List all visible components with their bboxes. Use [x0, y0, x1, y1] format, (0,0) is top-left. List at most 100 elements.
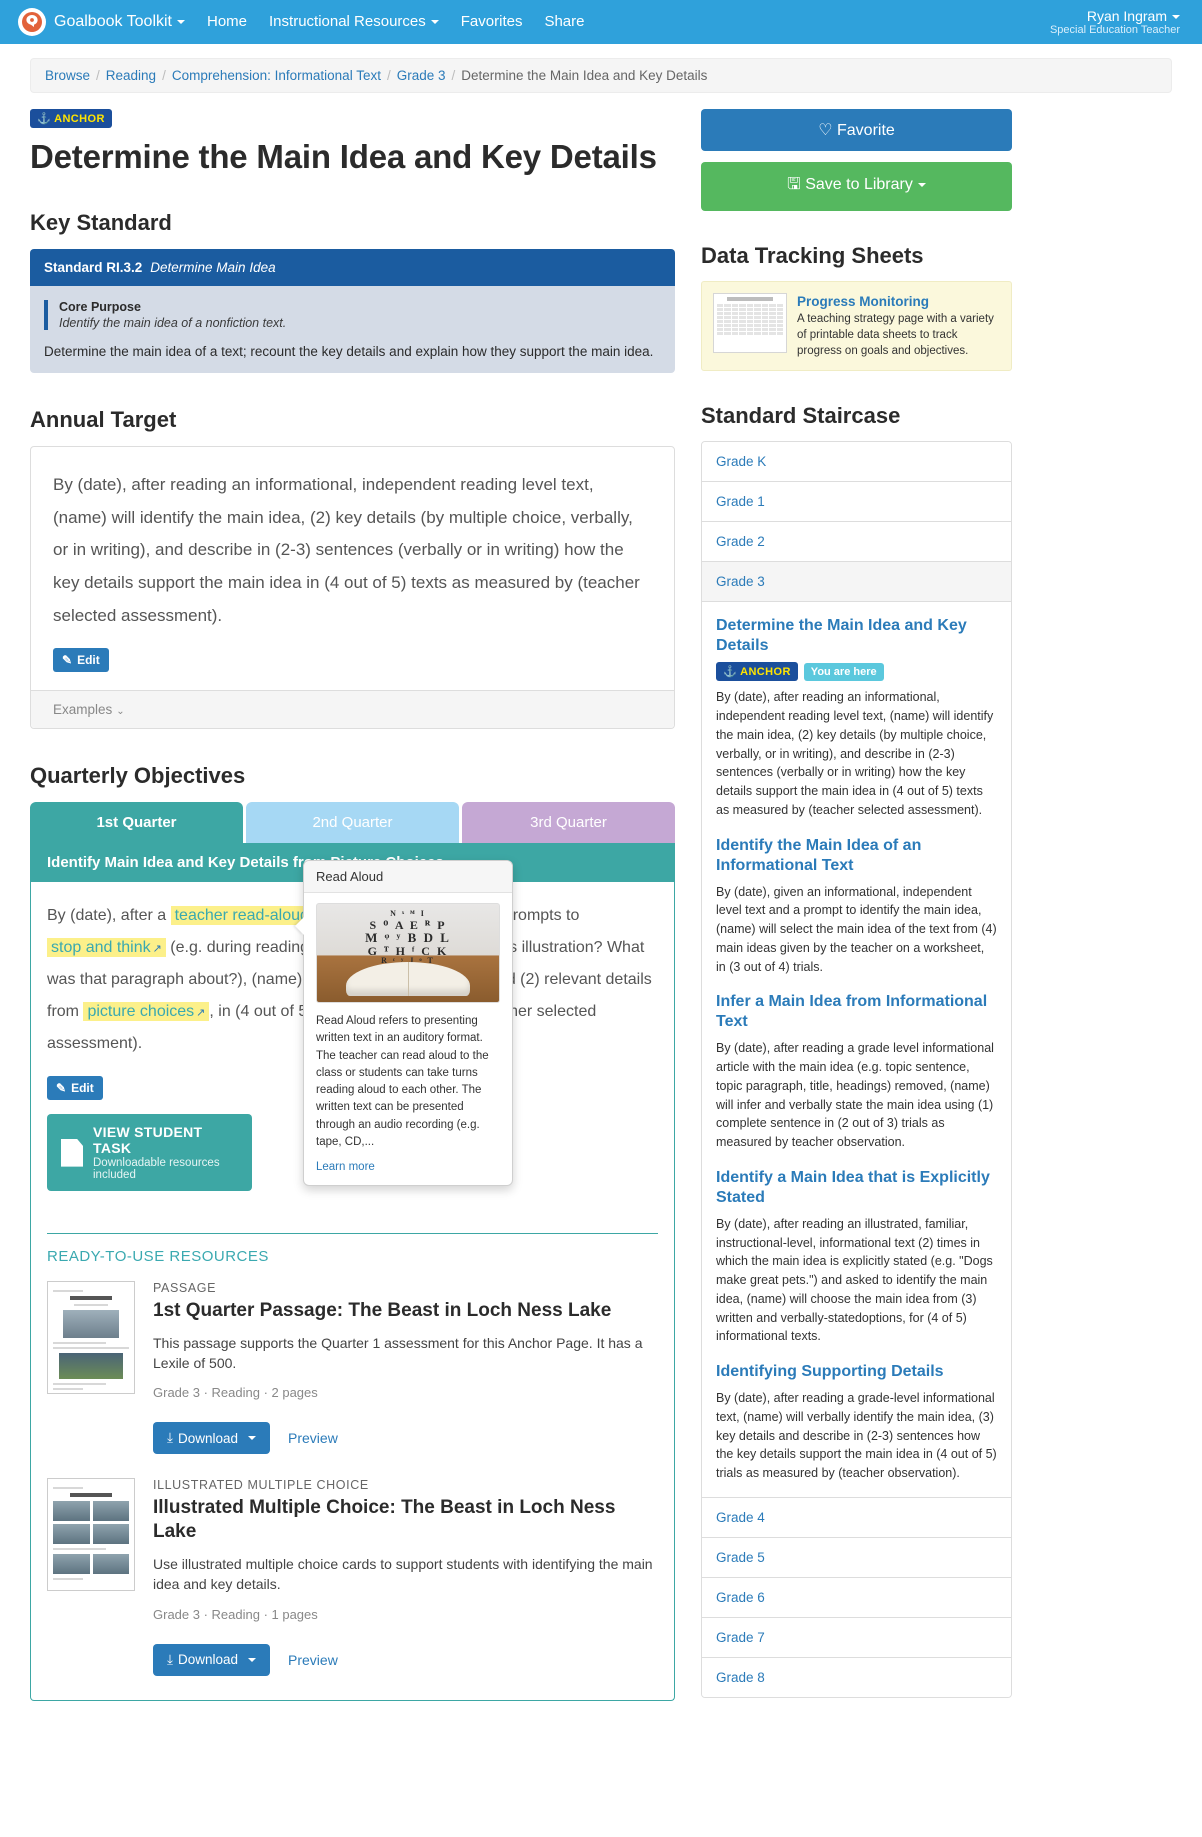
chevron-down-icon	[177, 19, 185, 24]
goalbook-logo-icon[interactable]	[18, 8, 46, 36]
pencil-icon: ✎	[62, 653, 73, 668]
book-shape	[346, 962, 470, 997]
standard-code: Standard RI.3.2	[44, 260, 143, 275]
preview-link[interactable]: Preview	[288, 1430, 338, 1446]
nav-item-instructional-resources-label: Instructional Resources	[269, 13, 426, 30]
resource-actions: ⤓ Download Preview	[153, 1422, 658, 1455]
resource-thumbnail[interactable]	[47, 1281, 135, 1395]
staircase-row-grade-2[interactable]: Grade 2	[702, 522, 1011, 563]
favorite-button[interactable]: ♡ Favorite	[701, 109, 1012, 151]
breadcrumb-item-browse[interactable]: Browse	[45, 68, 90, 83]
nav-item-home[interactable]: Home	[196, 0, 258, 44]
term-stop-and-think[interactable]: stop and think ↗	[47, 938, 166, 958]
term-picture-choices[interactable]: picture choices ↗	[83, 1002, 210, 1022]
page-layout: ⚓ ANCHOR Determine the Main Idea and Key …	[0, 93, 1202, 1701]
examples-toggle[interactable]: Examples ⌄	[31, 690, 674, 729]
standard-header: Standard RI.3.2 Determine Main Idea	[30, 249, 675, 286]
breadcrumb-item-comprehension[interactable]: Comprehension: Informational Text	[172, 68, 381, 83]
progress-monitoring-description: A teaching strategy page with a variety …	[797, 313, 994, 358]
popover-title: Read Aloud	[304, 861, 512, 894]
progress-monitoring-card[interactable]: Progress Monitoring A teaching strategy …	[701, 281, 1012, 372]
staircase-row-grade-k[interactable]: Grade K	[702, 442, 1011, 483]
external-link-icon: ↗	[152, 943, 162, 956]
staircase-row-grade-1[interactable]: Grade 1	[702, 482, 1011, 523]
staircase-item-badges: ⚓ ANCHOR You are here	[716, 662, 997, 682]
bottom-spacer	[0, 1701, 1202, 1741]
download-button[interactable]: ⤓ Download	[153, 1422, 271, 1455]
progress-monitoring-info: Progress Monitoring A teaching strategy …	[797, 293, 1000, 359]
anchor-badge-label: ANCHOR	[54, 113, 105, 125]
resource-description: This passage supports the Quarter 1 asse…	[153, 1334, 643, 1372]
save-to-library-label: Save to Library	[805, 176, 913, 193]
view-student-task-button[interactable]: VIEW STUDENT TASK Downloadable resources…	[47, 1114, 252, 1192]
download-button[interactable]: ⤓ Download	[153, 1643, 271, 1676]
resource-meta: Grade 3 · Reading · 2 pages	[153, 1385, 318, 1401]
main-column: ⚓ ANCHOR Determine the Main Idea and Key …	[30, 109, 675, 1701]
staircase-row-grade-8[interactable]: Grade 8	[702, 1657, 1011, 1697]
term-stop-and-think-label: stop and think	[51, 939, 151, 957]
staircase-item-title[interactable]: Infer a Main Idea from Informational Tex…	[716, 992, 997, 1032]
key-standard-heading: Key Standard	[30, 210, 172, 235]
download-icon: ⤓	[167, 1651, 173, 1667]
staircase-item-title[interactable]: Identify a Main Idea that is Explicitly …	[716, 1168, 997, 1208]
tab-3rd-quarter[interactable]: 3rd Quarter	[462, 802, 675, 844]
download-label: Download	[177, 1430, 239, 1446]
edit-annual-target-button[interactable]: ✎ Edit	[53, 648, 109, 673]
save-to-library-button[interactable]: 🖫 Save to Library	[701, 162, 1012, 211]
resource-title[interactable]: 1st Quarter Passage: The Beast in Loch N…	[153, 1299, 658, 1323]
edit-annual-target-label: Edit	[77, 653, 100, 668]
nav-item-instructional-resources[interactable]: Instructional Resources	[258, 0, 450, 44]
staircase-grade-3-items: Determine the Main Idea and Key Details …	[702, 602, 1011, 1498]
staircase-item-title[interactable]: Identifying Supporting Details	[716, 1362, 997, 1382]
staircase-row-grade-5[interactable]: Grade 5	[702, 1537, 1011, 1578]
tab-2nd-quarter[interactable]: 2nd Quarter	[246, 802, 459, 844]
core-purpose-label: Core Purpose	[59, 300, 141, 314]
staircase-item-text: By (date), after reading a grade level i…	[716, 1041, 994, 1150]
staircase-item: Identify a Main Idea that is Explicitly …	[716, 1168, 997, 1346]
chevron-down-icon	[248, 1657, 257, 1662]
chevron-down-icon	[248, 1436, 257, 1441]
term-picture-choices-label: picture choices	[87, 1003, 195, 1021]
anchor-badge-label: ANCHOR	[740, 666, 791, 679]
tab-1st-quarter[interactable]: 1st Quarter	[30, 802, 243, 844]
core-purpose: Core Purpose Identify the main idea of a…	[44, 300, 661, 330]
standard-staircase-list: Grade K Grade 1 Grade 2 Grade 3 Determin…	[701, 441, 1012, 1698]
objective-text-part1: By (date), after a	[47, 907, 171, 925]
staircase-item-title[interactable]: Identify the Main Idea of an Information…	[716, 836, 997, 876]
staircase-row-grade-6[interactable]: Grade 6	[702, 1577, 1011, 1618]
quarter-panel: Identify Main Idea and Key Details from …	[30, 843, 675, 1701]
staircase-row-grade-7[interactable]: Grade 7	[702, 1617, 1011, 1658]
user-menu[interactable]: Ryan Ingram Special Education Teacher	[1050, 8, 1184, 37]
read-aloud-popover: Read Aloud N ˣ ᴹ I S ᴼ A E ᴿ P M ᵠ ʸ B D…	[303, 860, 513, 1187]
staircase-item-title[interactable]: Determine the Main Idea and Key Details	[716, 616, 997, 656]
page-title: Determine the Main Idea and Key Details	[30, 138, 657, 175]
core-purpose-text: Identify the main idea of a nonfiction t…	[59, 316, 287, 330]
resource-item: PASSAGE 1st Quarter Passage: The Beast i…	[47, 1281, 658, 1455]
resource-title[interactable]: Illustrated Multiple Choice: The Beast i…	[153, 1496, 658, 1544]
edit-objective-button[interactable]: ✎ Edit	[47, 1076, 103, 1101]
breadcrumb-item-grade-3[interactable]: Grade 3	[397, 68, 446, 83]
popover-body: N ˣ ᴹ I S ᴼ A E ᴿ P M ᵠ ʸ B D L G ᵀ H ᶠ …	[304, 893, 512, 1185]
pencil-icon: ✎	[56, 1081, 67, 1096]
progress-monitoring-link[interactable]: Progress Monitoring	[797, 294, 929, 309]
nav-item-share[interactable]: Share	[533, 0, 595, 44]
nav-brand[interactable]: Goalbook Toolkit	[54, 0, 196, 44]
term-teacher-read-aloud-label: teacher read-aloud	[174, 907, 309, 925]
nav-brand-label: Goalbook Toolkit	[54, 13, 172, 30]
preview-link[interactable]: Preview	[288, 1652, 338, 1668]
view-student-task-sub: Downloadable resources included	[93, 1157, 220, 1182]
staircase-row-grade-3[interactable]: Grade 3	[702, 562, 1011, 603]
annual-target-heading: Annual Target	[30, 407, 177, 432]
breadcrumb-item-reading[interactable]: Reading	[106, 68, 156, 83]
resource-meta: Grade 3 · Reading · 1 pages	[153, 1606, 318, 1622]
anchor-badge: ⚓ ANCHOR	[30, 109, 112, 128]
nav-item-share-label: Share	[544, 13, 585, 30]
view-student-task-title: VIEW STUDENT TASK	[93, 1124, 203, 1157]
quarter-tabs: 1st Quarter 2nd Quarter 3rd Quarter	[30, 802, 675, 844]
resource-thumbnail[interactable]	[47, 1478, 135, 1592]
user-name: Ryan Ingram	[1050, 8, 1180, 24]
nav-item-favorites[interactable]: Favorites	[450, 0, 534, 44]
learn-more-link[interactable]: Learn more	[316, 1161, 375, 1173]
heart-icon: ♡	[818, 122, 833, 139]
staircase-row-grade-4[interactable]: Grade 4	[702, 1497, 1011, 1538]
